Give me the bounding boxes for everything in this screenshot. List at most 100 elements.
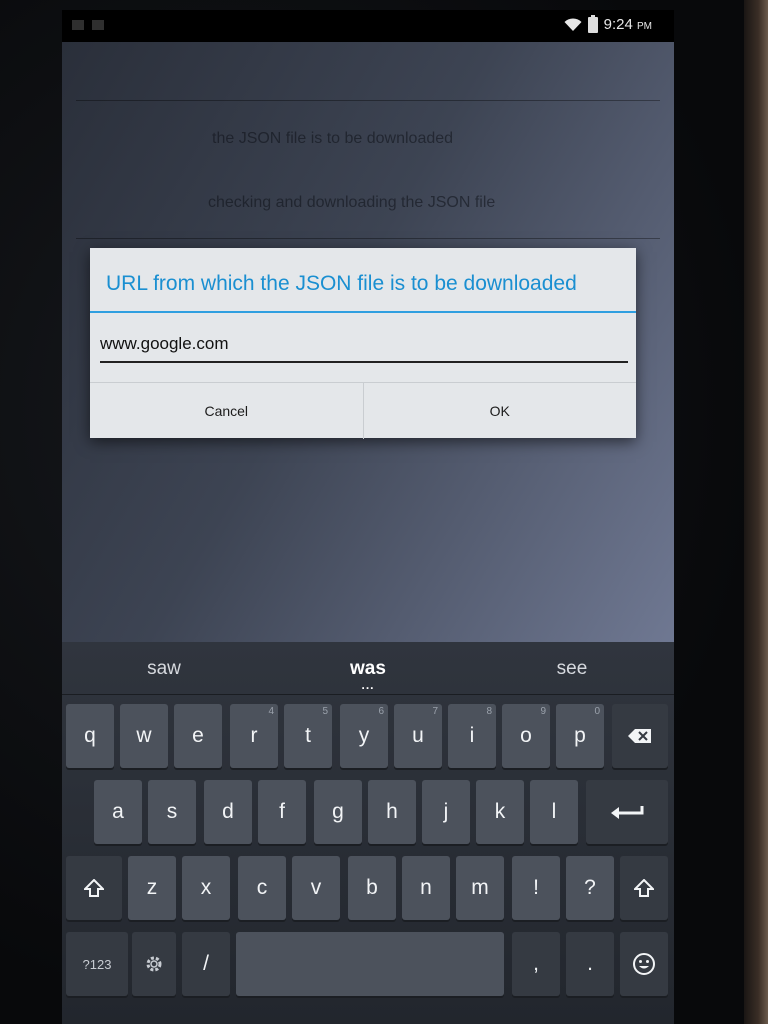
key-label: f [279,800,285,823]
key-number-hint: 9 [540,706,546,717]
key-label: s [166,800,178,823]
key-z[interactable]: z [128,856,176,920]
notification-icons [72,20,104,30]
key-g[interactable]: g [314,780,362,844]
comma-key[interactable]: , [512,932,560,996]
key-label: w [136,724,152,747]
key-label: k [494,800,506,823]
key-s[interactable]: s [148,780,196,844]
emoji-icon [633,953,655,975]
key-u[interactable]: 7u [394,704,442,768]
key-e[interactable]: e [174,704,222,768]
key-n[interactable]: n [402,856,450,920]
status-bar: 9:24 PM [62,10,674,42]
key-i[interactable]: 8i [448,704,496,768]
space-bar[interactable] [236,932,504,996]
dialog-title: URL from which the JSON file is to be do… [106,272,577,295]
key-label: i [469,724,475,747]
key-label: q [84,724,96,747]
cancel-button[interactable]: Cancel [90,383,363,439]
pref-url-summary: the JSON file is to be downloaded [212,130,454,147]
key-label: ? [584,876,596,899]
emoji-key[interactable] [620,932,668,996]
key-c[interactable]: c [238,856,286,920]
settings-key[interactable] [132,932,176,996]
key-exclamation[interactable]: ! [512,856,560,920]
key-label: z [146,876,158,899]
backspace-icon [628,729,651,743]
settings-icon [146,956,162,972]
wifi-icon [564,17,582,31]
key-d[interactable]: d [204,780,252,844]
key-label: v [310,876,322,899]
shift-icon [634,879,654,897]
key-j[interactable]: j [422,780,470,844]
enter-icon [611,806,644,819]
key-label: m [471,876,489,899]
tablet-edge [744,0,768,1024]
clock-time: 9:24 [603,16,633,33]
key-x[interactable]: x [182,856,230,920]
url-dialog: URL from which the JSON file is to be do… [90,248,636,439]
soft-keyboard: saw was see q w e 4r 5t 6y 7u 8i 9o 0p a… [62,642,674,1024]
key-label: r [250,724,258,747]
key-w[interactable]: w [120,704,168,768]
key-label: t [305,724,311,747]
key-label: ! [533,876,539,899]
key-label: b [366,876,378,899]
key-p[interactable]: 0p [556,704,604,768]
ok-button[interactable]: OK [362,383,637,439]
clock-suffix: PM [637,21,652,32]
key-label: y [358,724,370,747]
key-number-hint: 4 [268,706,274,717]
key-label: d [222,800,234,823]
key-m[interactable]: m [456,856,504,920]
key-question[interactable]: ? [566,856,614,920]
enter-key[interactable] [586,780,668,844]
key-number-hint: 8 [486,706,492,717]
key-f[interactable]: f [258,780,306,844]
key-label: e [192,724,204,747]
period-key[interactable]: . [566,932,614,996]
slash-key[interactable]: / [182,932,230,996]
key-a[interactable]: a [94,780,142,844]
key-label: a [112,800,124,823]
key-r[interactable]: 4r [230,704,278,768]
key-label: h [386,800,398,823]
suggestion-item[interactable]: see [470,642,674,694]
symbols-key[interactable]: ?123 [66,932,128,996]
url-input-underline [100,361,628,363]
key-l[interactable]: l [530,780,578,844]
pref-check-summary: checking and downloading the JSON file [208,194,496,211]
suggestion-item-primary[interactable]: was [266,642,470,694]
shift-key-right[interactable] [620,856,668,920]
key-label: j [443,800,449,823]
key-o[interactable]: 9o [502,704,550,768]
key-label: , [533,952,539,975]
key-b[interactable]: b [348,856,396,920]
key-label: u [412,724,424,747]
key-number-hint: 5 [322,706,328,717]
key-t[interactable]: 5t [284,704,332,768]
notification-icon [72,20,84,30]
key-label: o [520,724,532,747]
backspace-key[interactable] [612,704,668,768]
battery-icon [587,14,598,33]
key-v[interactable]: v [292,856,340,920]
key-h[interactable]: h [368,780,416,844]
divider [76,238,660,239]
suggestion-item[interactable]: saw [62,642,266,694]
url-input[interactable] [98,328,630,360]
key-number-hint: 6 [378,706,384,717]
key-y[interactable]: 6y [340,704,388,768]
key-label: . [587,952,593,975]
shift-key-left[interactable] [66,856,122,920]
suggestion-strip: saw was see [62,642,674,695]
key-label: l [551,800,557,823]
key-k[interactable]: k [476,780,524,844]
dialog-button-bar: Cancel OK [90,382,636,439]
key-q[interactable]: q [66,704,114,768]
status-icons: 9:24 PM [564,14,652,33]
key-number-hint: 7 [432,706,438,717]
divider [76,100,660,101]
